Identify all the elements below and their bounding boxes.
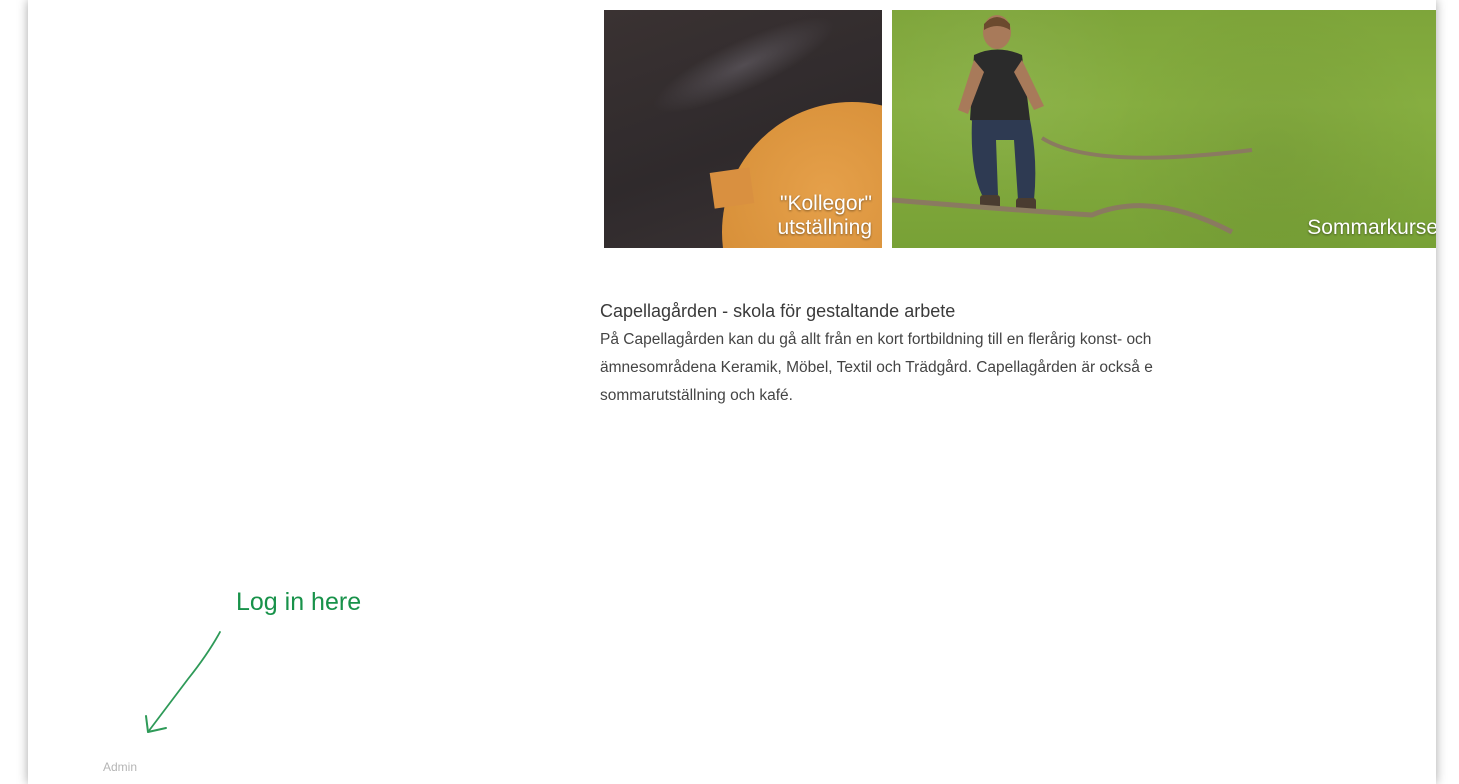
intro-text-line-2: ämnesområdena Keramik, Möbel, Textil och… (600, 359, 1153, 376)
orange-artwork-tab (709, 167, 755, 209)
summer-courses-tile[interactable]: Sommarkurse (892, 10, 1436, 248)
arrow-down-left-icon (145, 631, 221, 733)
login-annotation: Log in here (236, 588, 362, 616)
exhibition-tile-caption-line1: "Kollegor" (780, 192, 872, 215)
exhibition-tile[interactable]: "Kollegor" utställning (604, 10, 882, 248)
intro-text-line-3: sommarutställning och kafé. (600, 387, 793, 404)
branch-sticks (892, 136, 1253, 235)
exhibition-tile-caption: "Kollegor" utställning (777, 192, 872, 240)
admin-login-link[interactable]: Admin (103, 760, 137, 774)
intro-text-line-1: På Capellagården kan du gå allt från en … (600, 331, 1152, 348)
exhibition-tile-caption-line2: utställning (777, 216, 872, 239)
intro-section: Capellagården - skola för gestaltande ar… (600, 298, 1436, 410)
summer-courses-tile-caption: Sommarkurse (1307, 216, 1436, 239)
intro-heading: Capellagården - skola för gestaltande ar… (600, 301, 956, 321)
browser-page: "Kollegor" utställning Sommarkurse Capel… (28, 0, 1436, 784)
